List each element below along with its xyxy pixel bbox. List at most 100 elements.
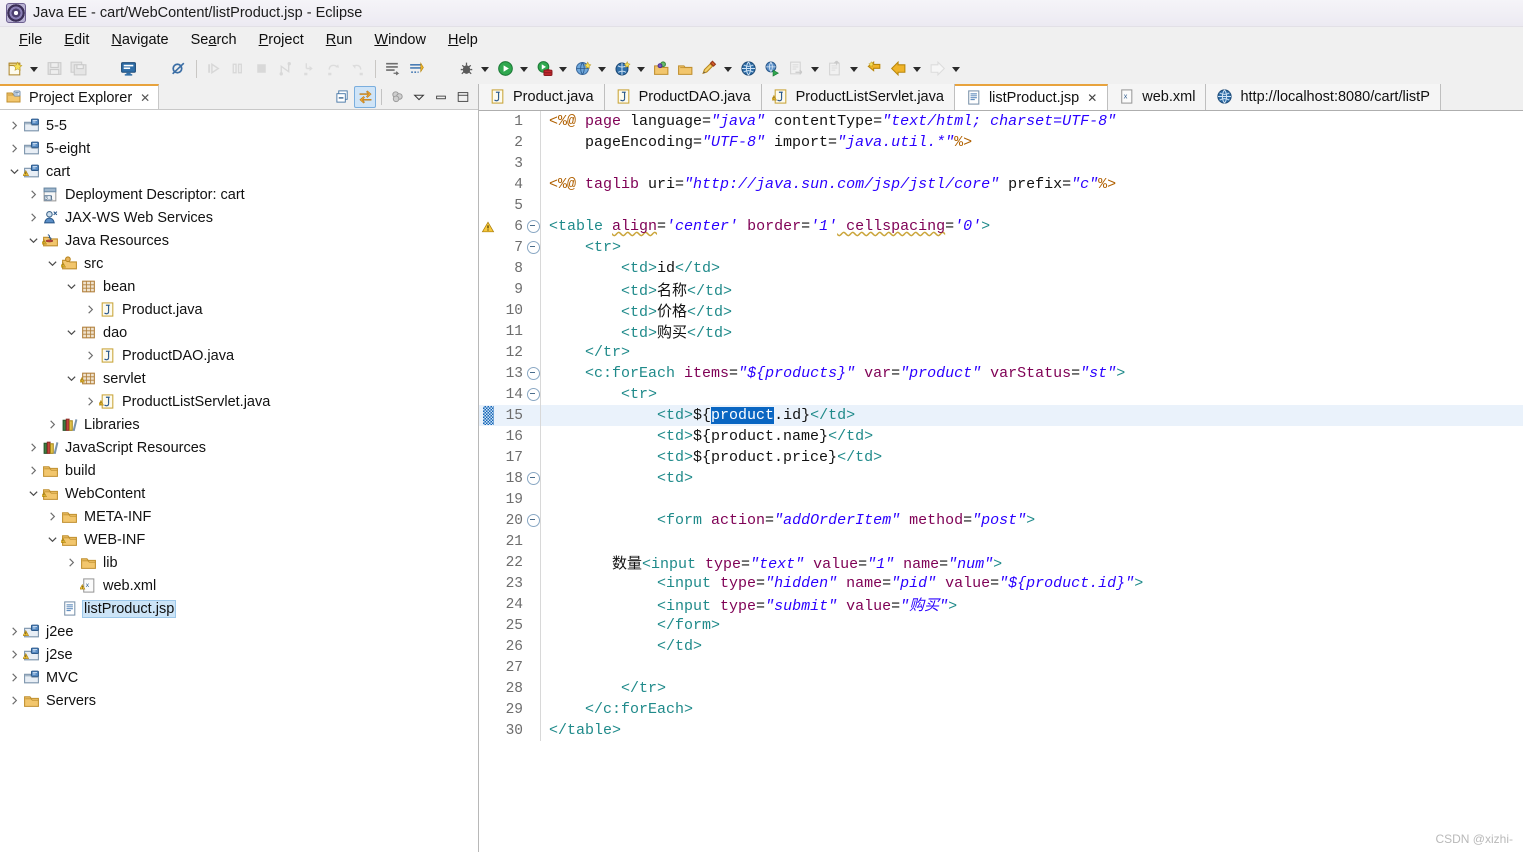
chevron-right-icon[interactable] [6, 649, 22, 660]
code-line[interactable]: 13 <c:forEach items="${products}" var="p… [479, 363, 1523, 384]
view-menu-icon[interactable] [409, 87, 429, 107]
tree-item-productdao-java[interactable]: ProductDAO.java [0, 344, 478, 367]
code-line[interactable]: 28 </tr> [479, 678, 1523, 699]
new-server-icon[interactable] [572, 56, 596, 82]
code-line[interactable]: 2 pageEncoding="UTF-8" import="java.util… [479, 132, 1523, 153]
chevron-right-icon[interactable] [82, 304, 98, 315]
chevron-right-icon[interactable] [44, 511, 60, 522]
chevron-right-icon[interactable] [6, 626, 22, 637]
chevron-down-icon[interactable] [6, 166, 22, 177]
tree-item-meta-inf[interactable]: META-INF [0, 505, 478, 528]
run-as-icon[interactable] [761, 56, 785, 82]
chevron-down-icon[interactable] [63, 327, 79, 338]
chevron-down-icon[interactable] [25, 235, 41, 246]
code-line[interactable]: 5 [479, 195, 1523, 216]
run-icon[interactable] [494, 56, 518, 82]
menu-navigate[interactable]: Navigate [100, 30, 179, 50]
import-dropdown-icon[interactable] [811, 66, 819, 72]
chevron-down-icon[interactable] [44, 534, 60, 545]
tree-item-javascript-resources[interactable]: JavaScript Resources [0, 436, 478, 459]
menu-run[interactable]: Run [315, 30, 364, 50]
fold-toggle-icon[interactable] [526, 220, 540, 233]
new-wizard-dropdown-icon[interactable] [30, 66, 38, 72]
menu-window[interactable]: Window [363, 30, 437, 50]
tree-item-servers[interactable]: Servers [0, 689, 478, 712]
menu-file[interactable]: File [8, 30, 53, 50]
tree-item-cart[interactable]: cart [0, 160, 478, 183]
forward-dropdown-icon[interactable] [952, 66, 960, 72]
code-line[interactable]: 4 <%@ taglib uri="http://java.sun.com/jsp… [479, 174, 1523, 195]
code-line[interactable]: 9 <td>名称</td> [479, 279, 1523, 300]
tree-item-jax-ws-web-services[interactable]: JAX-WS Web Services [0, 206, 478, 229]
tree-item-j2se[interactable]: j2se [0, 643, 478, 666]
code-line[interactable]: 10 <td>价格</td> [479, 300, 1523, 321]
tree-item-webcontent[interactable]: WebContent [0, 482, 478, 505]
chevron-down-icon[interactable] [44, 258, 60, 269]
editor-tab-productdao-java[interactable]: ProductDAO.java [604, 84, 762, 110]
close-icon[interactable]: ✕ [140, 91, 150, 105]
code-line[interactable]: 8 <td>id</td> [479, 258, 1523, 279]
code-line[interactable]: 1 <%@ page language="java" contentType="t… [479, 111, 1523, 132]
chevron-down-icon[interactable] [63, 281, 79, 292]
code-line[interactable]: 25 </form> [479, 615, 1523, 636]
code-line[interactable]: 18 <td> [479, 468, 1523, 489]
skip-all-breakpoints-icon[interactable] [167, 56, 191, 82]
close-icon[interactable]: ✕ [1087, 91, 1097, 105]
source-editor[interactable]: 1 <%@ page language="java" contentType="t… [479, 111, 1523, 852]
view-filters-icon[interactable] [387, 87, 407, 107]
code-line[interactable]: 23 <input type="hidden" name="pid" value… [479, 573, 1523, 594]
tree-item-src[interactable]: src [0, 252, 478, 275]
back-icon[interactable] [887, 56, 911, 82]
tree-item-libraries[interactable]: Libraries [0, 413, 478, 436]
menu-project[interactable]: Project [248, 30, 315, 50]
code-line[interactable]: 21 [479, 531, 1523, 552]
code-line[interactable]: 26 </td> [479, 636, 1523, 657]
chevron-right-icon[interactable] [25, 465, 41, 476]
code-line[interactable]: 16 <td>${product.name}</td> [479, 426, 1523, 447]
link-with-editor-icon[interactable] [354, 85, 376, 108]
fold-toggle-icon[interactable] [526, 388, 540, 401]
editor-tab-http-localhost-8080-cart-listp[interactable]: http://localhost:8080/cart/listP [1206, 84, 1441, 110]
editor-tab-product-java[interactable]: Product.java [479, 84, 605, 110]
tree-item-servlet[interactable]: servlet [0, 367, 478, 390]
tree-item-web-inf[interactable]: WEB-INF [0, 528, 478, 551]
editor-tab-web-xml[interactable]: x web.xml [1108, 84, 1207, 110]
search-web-icon[interactable] [611, 56, 635, 82]
new-java-class-dropdown-icon[interactable] [724, 66, 732, 72]
debug-dropdown-icon[interactable] [481, 66, 489, 72]
code-line[interactable]: 22 数量<input type="text" value="1" name="… [479, 552, 1523, 573]
menu-search[interactable]: Search [180, 30, 248, 50]
editor-tab-listproduct-jsp[interactable]: listProduct.jsp ✕ [954, 84, 1109, 110]
collapse-all-icon[interactable] [332, 87, 352, 107]
tree-item-5-5[interactable]: 5-5 [0, 114, 478, 137]
tree-item-5-eight[interactable]: 5-eight [0, 137, 478, 160]
globe-icon[interactable] [737, 56, 761, 82]
tree-item-dao[interactable]: dao [0, 321, 478, 344]
open-console-icon[interactable] [117, 56, 141, 82]
code-line[interactable]: 30 </table> [479, 720, 1523, 741]
menu-edit[interactable]: Edit [53, 30, 100, 50]
project-tree[interactable]: 5-5 5-eight cart 3.1 Deployment Descriptor: … [0, 110, 478, 852]
search-web-dropdown-icon[interactable] [637, 66, 645, 72]
fold-toggle-icon[interactable] [526, 514, 540, 527]
chevron-right-icon[interactable] [25, 189, 41, 200]
last-edit-location-icon[interactable] [863, 56, 887, 82]
maximize-icon[interactable] [453, 87, 473, 107]
chevron-right-icon[interactable] [82, 396, 98, 407]
code-line[interactable]: 12 </tr> [479, 342, 1523, 363]
chevron-right-icon[interactable] [25, 212, 41, 223]
new-server-dropdown-icon[interactable] [598, 66, 606, 72]
new-package-icon[interactable] [650, 56, 674, 82]
chevron-right-icon[interactable] [6, 143, 22, 154]
run-dropdown-icon[interactable] [520, 66, 528, 72]
code-line[interactable]: 6 <table align='center' border='1' cellsp… [479, 216, 1523, 237]
new-java-class-icon[interactable] [698, 56, 722, 82]
menu-help[interactable]: Help [437, 30, 489, 50]
chevron-right-icon[interactable] [25, 442, 41, 453]
chevron-down-icon[interactable] [25, 488, 41, 499]
code-line[interactable]: 3 [479, 153, 1523, 174]
tree-item-lib[interactable]: lib [0, 551, 478, 574]
back-dropdown-icon[interactable] [913, 66, 921, 72]
code-line[interactable]: 11 <td>购买</td> [479, 321, 1523, 342]
debug-icon[interactable] [455, 56, 479, 82]
